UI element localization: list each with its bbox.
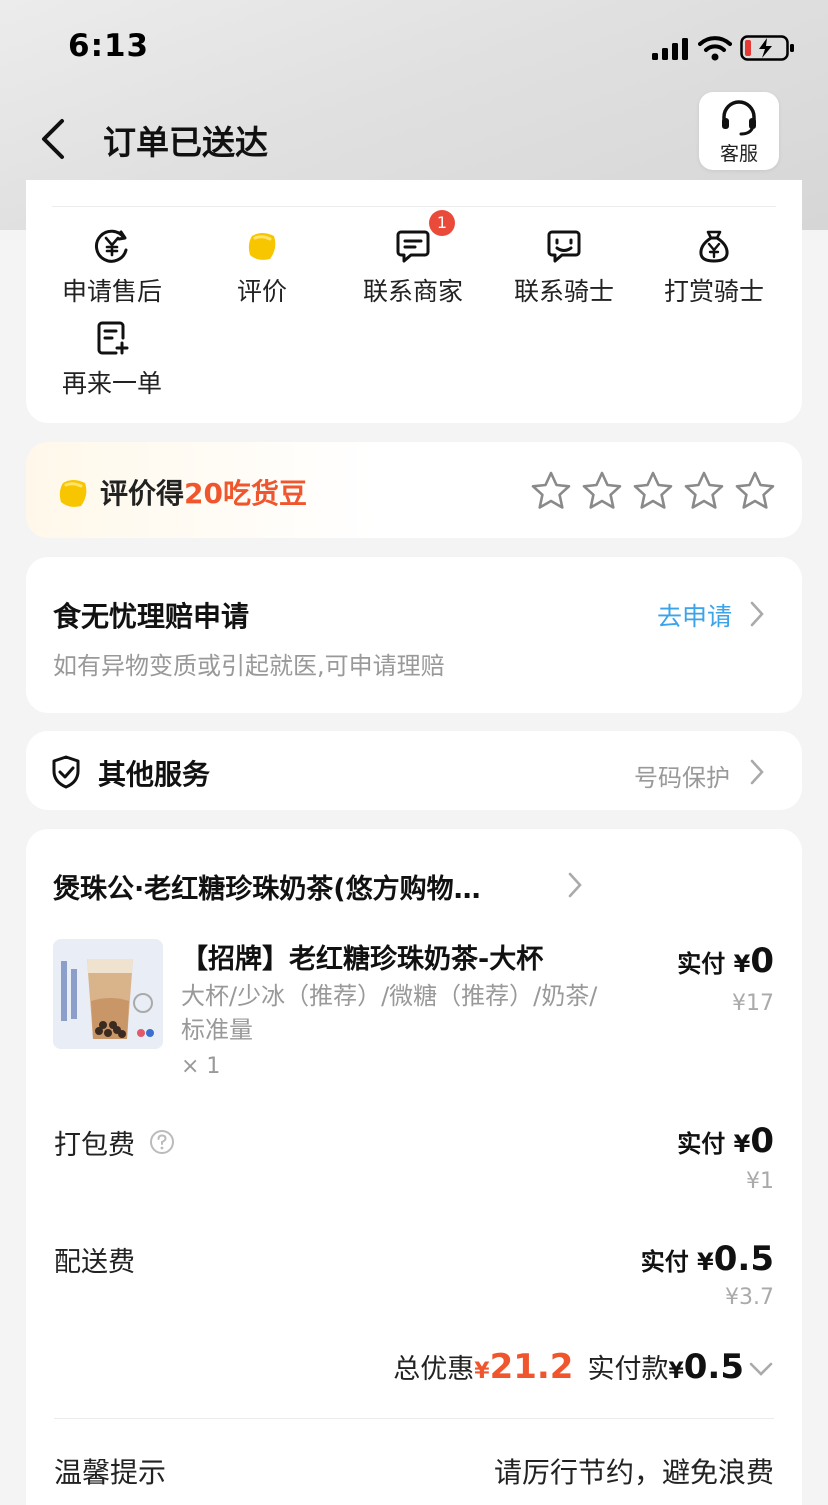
packing-fee-label: 打包费 — [54, 1130, 135, 1161]
total-paid-label: 实付款 — [587, 1354, 669, 1385]
discount-currency: ¥ — [474, 1359, 490, 1384]
yen-circle-icon — [94, 229, 128, 263]
delivery-fee-label: 配送费 — [54, 1247, 135, 1278]
shield-check-icon — [52, 755, 80, 789]
paid-label: 实付 ¥ — [677, 950, 751, 978]
product-name[interactable]: 【招牌】老红糖珍珠奶茶-大杯 — [181, 937, 543, 976]
order-actions-card: 申请售后 评价 1 联系商家 联系骑士 打赏骑士 再来一单 — [26, 180, 802, 423]
discount-amount: 21.2 — [489, 1347, 574, 1387]
action-label: 再来一单 — [61, 369, 162, 398]
claim-title: 食无忧理赔申请 — [53, 600, 250, 633]
rating-card[interactable]: 评价得20吃货豆 — [26, 442, 802, 538]
action-tip-rider[interactable]: 打赏骑士 — [639, 226, 789, 306]
paid-amount: 0 — [750, 941, 774, 981]
packing-original-price: ¥1 — [746, 1169, 774, 1194]
delivery-paid: 实付 ¥0.5 — [641, 1239, 774, 1279]
product-image[interactable] — [53, 939, 163, 1049]
milk-tea-image — [53, 939, 163, 1049]
headset-icon — [722, 100, 756, 136]
action-contact-merchant[interactable]: 1 联系商家 — [338, 210, 488, 306]
delivery-original-price: ¥3.7 — [725, 1285, 774, 1310]
unread-badge: 1 — [429, 210, 455, 236]
bean-icon — [248, 233, 276, 260]
status-bar: 6:13 — [0, 0, 828, 96]
status-time: 6:13 — [68, 28, 150, 64]
action-label: 联系商家 — [362, 277, 463, 306]
star-icon[interactable] — [581, 470, 623, 512]
chat-icon — [547, 230, 581, 263]
divider — [52, 206, 776, 207]
number-protection-label[interactable]: 号码保护 — [634, 758, 730, 793]
order-details-card: 煲珠公·老红糖珍珠奶茶(悠方购物… 【招牌】老红糖珍珠奶茶-大杯 大杯/少冰（推… — [26, 829, 802, 1505]
shop-name[interactable]: 煲珠公·老红糖珍珠奶茶(悠方购物… — [53, 867, 481, 906]
tip-label: 温馨提示 — [54, 1456, 167, 1489]
star-icon[interactable] — [734, 470, 776, 512]
total-paid-amount: 0.5 — [683, 1347, 744, 1387]
paid-label: 实付 ¥ — [677, 1130, 751, 1158]
paid-amount: 0.5 — [713, 1239, 774, 1279]
customer-service-button[interactable]: 客服 — [699, 92, 779, 170]
money-bag-icon — [699, 230, 729, 263]
chevron-right-icon[interactable] — [566, 871, 584, 899]
wifi-icon — [698, 36, 732, 61]
action-reorder[interactable]: 再来一单 — [37, 318, 187, 398]
discount-label: 总优惠 — [393, 1354, 475, 1385]
chat-icon — [396, 230, 430, 263]
chevron-right-icon — [750, 601, 764, 627]
star-icon[interactable] — [632, 470, 674, 512]
star-icon[interactable] — [683, 470, 725, 512]
action-after-sales[interactable]: 申请售后 — [37, 226, 187, 306]
question-circle-icon[interactable] — [149, 1129, 175, 1155]
claim-apply-link[interactable]: 去申请 — [657, 597, 732, 633]
order-total[interactable]: 总优惠¥21.2 实付款¥0.5 — [393, 1347, 774, 1387]
product-paid: 实付 ¥0 — [677, 941, 774, 981]
claim-card[interactable]: 食无忧理赔申请 去申请 如有异物变质或引起就医,可申请理赔 — [26, 557, 802, 713]
rating-reward-text: 评价得20吃货豆 — [100, 472, 307, 512]
chevron-right-icon — [750, 759, 764, 785]
paid-label: 实付 ¥ — [640, 1248, 714, 1276]
rating-reward-highlight: 20吃货豆 — [184, 477, 307, 510]
other-services-card[interactable]: 其他服务 号码保护 — [26, 731, 802, 810]
other-services-title: 其他服务 — [98, 758, 211, 791]
claim-subtitle: 如有异物变质或引起就医,可申请理赔 — [53, 652, 445, 680]
packing-paid: 实付 ¥0 — [677, 1121, 774, 1161]
bean-icon — [59, 480, 87, 507]
page-title: 订单已送达 — [103, 123, 268, 162]
divider — [54, 1418, 774, 1419]
action-label: 联系骑士 — [513, 277, 614, 306]
action-contact-rider[interactable]: 联系骑士 — [489, 226, 639, 306]
back-arrow-icon[interactable] — [36, 116, 72, 162]
battery-charging-icon — [740, 35, 794, 61]
product-original-price: ¥17 — [732, 991, 774, 1016]
star-icon[interactable] — [530, 470, 572, 512]
tip-text: 请厉行节约，避免浪费 — [493, 1456, 774, 1489]
total-currency: ¥ — [668, 1359, 684, 1384]
chevron-down-icon[interactable] — [748, 1360, 774, 1378]
rating-prefix: 评价得 — [100, 477, 185, 510]
reorder-icon — [97, 321, 129, 355]
action-review[interactable]: 评价 — [187, 226, 337, 306]
action-label: 打赏骑士 — [663, 277, 764, 306]
product-quantity: × 1 — [181, 1054, 221, 1079]
cellular-signal-icon — [652, 38, 688, 60]
product-spec: 大杯/少冰（推荐）/微糖（推荐）/奶茶/标准量 — [181, 982, 598, 1044]
action-label: 评价 — [236, 277, 287, 306]
customer-service-label: 客服 — [719, 143, 758, 165]
action-label: 申请售后 — [61, 277, 162, 306]
navigation-bar: 订单已送达 客服 — [0, 92, 828, 186]
paid-amount: 0 — [750, 1121, 774, 1161]
